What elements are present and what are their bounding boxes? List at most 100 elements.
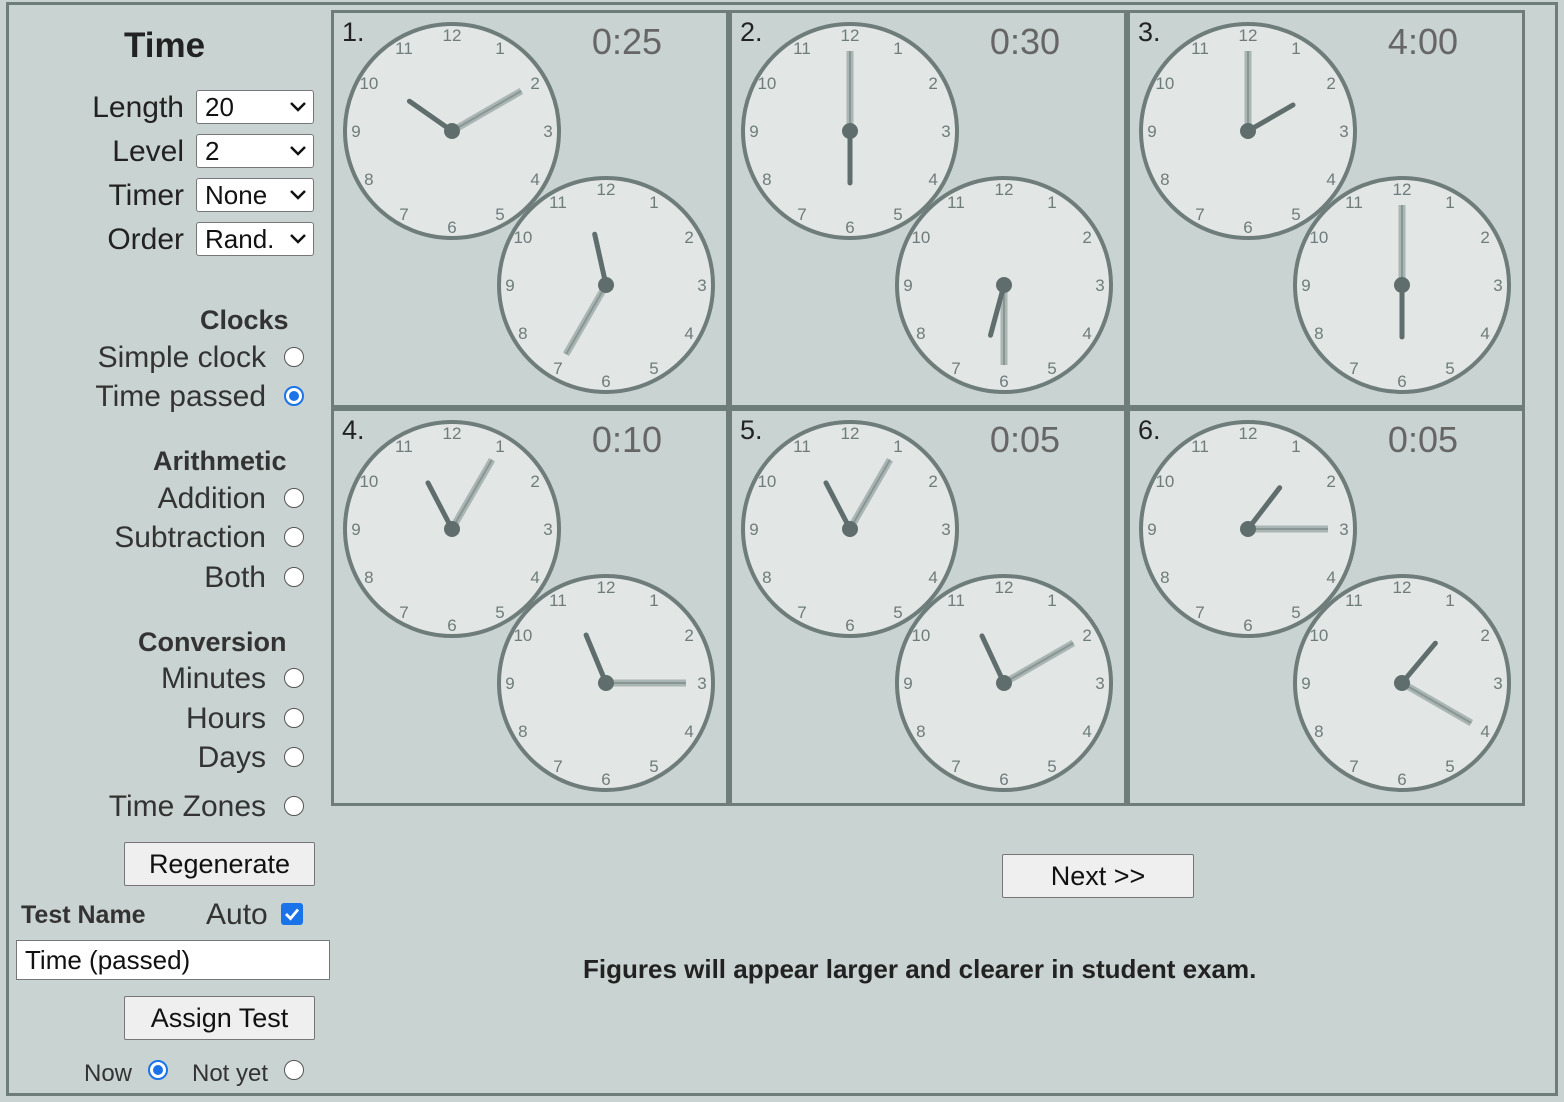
clock-numeral: 11 <box>395 39 413 58</box>
clock-numeral: 11 <box>1191 437 1209 456</box>
length-option: Length 20 <box>0 88 330 128</box>
radio-both[interactable]: Both <box>0 559 330 597</box>
clock-numeral: 7 <box>399 603 408 622</box>
next-button[interactable]: Next >> <box>1002 854 1194 898</box>
elapsed-time: 0:05 <box>1387 419 1458 460</box>
clock-numeral: 4 <box>684 722 693 741</box>
clock-numeral: 11 <box>1345 193 1363 212</box>
clock-hub <box>1240 521 1256 537</box>
clock-numeral: 5 <box>1047 359 1056 378</box>
clock-numeral: 12 <box>841 424 860 443</box>
time-passed-radio[interactable] <box>284 386 304 406</box>
test-name-input[interactable]: Time (passed) <box>16 940 330 980</box>
footer-note: Figures will appear larger and clearer i… <box>583 954 1257 984</box>
level-option: Level 2 <box>0 132 330 172</box>
auto-checkbox[interactable] <box>281 903 303 925</box>
clock-numeral: 1 <box>495 437 504 456</box>
clock-numeral: 6 <box>1397 372 1406 391</box>
clock-numeral: 8 <box>762 170 771 189</box>
radio-days[interactable]: Days <box>0 739 330 777</box>
days-radio[interactable] <box>284 747 304 767</box>
clock-numeral: 6 <box>1243 218 1252 237</box>
clock-numeral: 11 <box>793 437 811 456</box>
problem-cell: 5. 0:05 1 2 3 4 5 6 7 8 9 10 11 12 1 2 3 4 5 6 7 8 9 10 11 12 <box>729 408 1127 806</box>
level-select[interactable]: 2 <box>196 134 314 168</box>
clock-numeral: 8 <box>762 568 771 587</box>
clock-numeral: 12 <box>597 180 616 199</box>
clock-numeral: 6 <box>447 616 456 635</box>
radio-time-zones[interactable]: Time Zones <box>0 788 330 826</box>
elapsed-time: 0:05 <box>989 419 1060 460</box>
radio-minutes[interactable]: Minutes <box>0 660 330 698</box>
now-label: Now <box>84 1060 133 1087</box>
length-select[interactable]: 20 <box>196 90 314 124</box>
not-yet-label: Not yet <box>192 1060 269 1087</box>
problem-cell: 1. 0:25 1 2 3 4 5 6 7 8 9 10 11 12 1 2 3 4 5 6 7 8 9 10 11 12 <box>331 10 729 408</box>
sidebar: Time Length 20 Level 2 Timer None Order … <box>0 0 330 1102</box>
clock-numeral: 2 <box>928 472 937 491</box>
radio-simple-clock[interactable]: Simple clock <box>0 339 330 377</box>
radio-subtraction[interactable]: Subtraction <box>0 519 330 557</box>
both-radio[interactable] <box>284 567 304 587</box>
clock-hub <box>996 277 1012 293</box>
clock-numeral: 6 <box>845 218 854 237</box>
clock-hub <box>1394 277 1410 293</box>
clock-hub <box>1394 675 1410 691</box>
clock-numeral: 12 <box>1239 424 1258 443</box>
clock-numeral: 10 <box>513 626 532 645</box>
radio-addition[interactable]: Addition <box>0 480 330 518</box>
problem-grid: 1. 0:25 1 2 3 4 5 6 7 8 9 10 11 12 1 2 3 4 5 6 7 8 9 10 11 12 2. 0:… <box>331 10 1527 806</box>
time-zones-radio[interactable] <box>284 796 304 816</box>
clock-numeral: 2 <box>1480 228 1489 247</box>
subtraction-radio[interactable] <box>284 527 304 547</box>
clock-numeral: 2 <box>1082 626 1091 645</box>
clock-numeral: 12 <box>597 578 616 597</box>
clock-numeral: 10 <box>1309 626 1328 645</box>
clock-numeral: 11 <box>1191 39 1209 58</box>
clock-numeral: 9 <box>903 276 912 295</box>
clock-numeral: 3 <box>1339 520 1348 539</box>
clock-numeral: 7 <box>797 603 806 622</box>
assign-test-button[interactable]: Assign Test <box>124 996 315 1040</box>
clock-numeral: 9 <box>903 674 912 693</box>
radio-hours[interactable]: Hours <box>0 700 330 738</box>
clock-numeral: 6 <box>999 770 1008 789</box>
regenerate-button[interactable]: Regenerate <box>124 842 315 886</box>
length-label: Length <box>92 91 184 124</box>
clock-numeral: 8 <box>1314 324 1323 343</box>
clock-numeral: 5 <box>649 757 658 776</box>
clock-numeral: 7 <box>553 757 562 776</box>
timer-select[interactable]: None <box>196 178 314 212</box>
clock-numeral: 10 <box>1155 472 1174 491</box>
now-radio[interactable] <box>148 1060 168 1080</box>
clock-numeral: 6 <box>601 770 610 789</box>
clock-numeral: 1 <box>893 437 902 456</box>
elapsed-time: 0:10 <box>591 419 662 460</box>
order-select[interactable]: Rand. <box>196 222 314 256</box>
clock-numeral: 10 <box>757 472 776 491</box>
clock-numeral: 11 <box>1345 591 1363 610</box>
radio-time-passed[interactable]: Time passed <box>0 378 330 416</box>
clock-numeral: 7 <box>951 359 960 378</box>
minutes-radio[interactable] <box>284 668 304 688</box>
clock-numeral: 4 <box>1082 324 1091 343</box>
clock-numeral: 1 <box>1445 591 1454 610</box>
not-yet-radio[interactable] <box>284 1060 304 1080</box>
clock-numeral: 10 <box>911 626 930 645</box>
order-label: Order <box>107 223 184 256</box>
clock-numeral: 3 <box>543 122 552 141</box>
hours-radio[interactable] <box>284 708 304 728</box>
clock-numeral: 9 <box>1147 520 1156 539</box>
addition-radio[interactable] <box>284 488 304 508</box>
clock-numeral: 7 <box>1349 757 1358 776</box>
clock-numeral: 3 <box>697 276 706 295</box>
timer-label: Timer <box>108 179 184 212</box>
simple-clock-radio[interactable] <box>284 347 304 367</box>
clock-numeral: 12 <box>995 578 1014 597</box>
clock-numeral: 1 <box>649 193 658 212</box>
clock-numeral: 2 <box>1326 472 1335 491</box>
clock-numeral: 9 <box>505 674 514 693</box>
clock-numeral: 11 <box>793 39 811 58</box>
clock-numeral: 10 <box>911 228 930 247</box>
clock-numeral: 2 <box>1082 228 1091 247</box>
